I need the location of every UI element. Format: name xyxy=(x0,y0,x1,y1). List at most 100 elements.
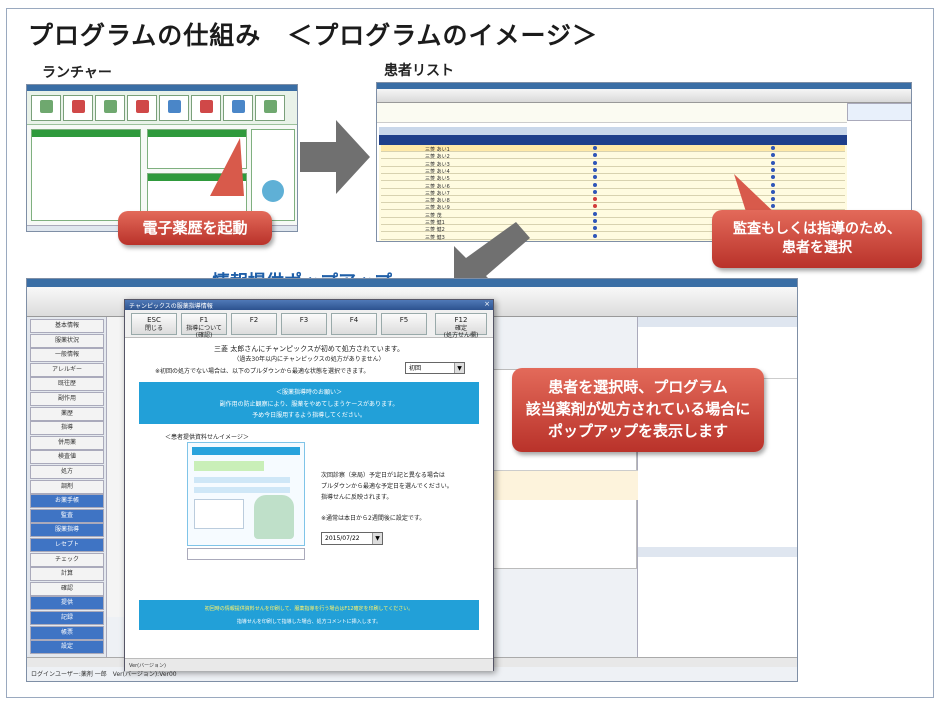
sidebar-item[interactable]: 帳票 xyxy=(30,625,104,640)
popup-version: Ver(バージョン) xyxy=(129,663,166,669)
sidebar-item[interactable]: 一般情報 xyxy=(30,348,104,363)
next-visit-note-3: 指導せんに反映されます。 xyxy=(321,494,393,501)
patient-list-label: 患者リスト xyxy=(384,63,454,79)
key-label: F1 xyxy=(199,316,209,324)
key-label: F3 xyxy=(299,316,309,324)
launcher-tile[interactable] xyxy=(159,95,189,121)
dialog-key-button[interactable]: F1 指導について (確認) xyxy=(181,313,227,339)
status-dot xyxy=(771,160,775,165)
notice-title: ＜服薬指導時のお願い＞ xyxy=(275,389,342,396)
key-action: 閉じる xyxy=(144,325,163,332)
sidebar-item[interactable]: 処方 xyxy=(30,465,104,479)
dialog-key-button[interactable]: F2 xyxy=(231,313,277,335)
slide-title: プログラムの仕組み ＜プログラムのイメージ＞ xyxy=(28,21,599,50)
popup-callout: 患者を選択時、プログラム 該当薬剤が処方されている場合に ポップアップを表示しま… xyxy=(512,368,764,452)
sidebar-item[interactable]: 既往歴 xyxy=(30,377,104,392)
status-dot xyxy=(593,175,597,180)
launcher-tile[interactable] xyxy=(31,95,61,121)
launch-callout-pointer xyxy=(210,138,244,196)
notice-body2: 予め今日服用するよう指導してください。 xyxy=(252,412,366,419)
sidebar-item[interactable]: 基本情報 xyxy=(30,319,104,333)
status-select[interactable]: 初回 ▼ xyxy=(405,362,465,374)
status-dot xyxy=(593,219,597,223)
notice-banner: ＜服薬指導時のお願い＞ 副作用の防止観察により、服薬をやめてしまうケースがありま… xyxy=(139,382,479,424)
launcher-tile[interactable] xyxy=(95,95,125,121)
footer-line2: 指導せんを印刷して指導した場合、処方コメントに挿入します。 xyxy=(236,619,382,625)
status-select-value: 初回 xyxy=(409,365,422,372)
select-callout-line1: 監査もしくは指導のため、 xyxy=(733,221,901,237)
status-dot xyxy=(593,160,597,165)
sidebar-item[interactable]: 指導 xyxy=(30,421,104,436)
sidebar-item[interactable]: 設定 xyxy=(30,640,104,655)
sidebar-item[interactable]: チェック xyxy=(30,552,104,567)
footer-banner: 初回時の情報提供資料せんを印刷して、服薬指導を行う場合はF12確定を印刷してくだ… xyxy=(139,600,479,630)
sidebar-item[interactable]: 計算 xyxy=(30,567,104,582)
dialog-key-button[interactable]: F3 xyxy=(281,313,327,335)
key-label: F5 xyxy=(399,316,409,324)
sidebar-item[interactable]: アレルギー xyxy=(30,362,104,377)
status-dot xyxy=(593,189,597,194)
status-dot xyxy=(771,146,775,150)
chevron-down-icon: ▼ xyxy=(454,363,464,373)
popup-callout-line1: 患者を選択時、プログラム xyxy=(548,378,728,396)
select-callout-line2: 患者を選択 xyxy=(782,240,852,256)
sidebar-item[interactable]: 調剤 xyxy=(30,479,104,494)
launcher-tile[interactable] xyxy=(127,95,157,121)
sidebar-item[interactable]: 検査値 xyxy=(30,450,104,465)
close-icon[interactable]: × xyxy=(484,300,490,308)
dialog-key-button[interactable]: F5 xyxy=(381,313,427,335)
dialog-key-button[interactable]: ESC 閉じる xyxy=(131,313,177,335)
chevron-down-icon: ▼ xyxy=(372,533,382,544)
launcher-label: ランチャー xyxy=(42,65,112,81)
status-dot xyxy=(593,204,597,209)
key-action: 指導について (確認) xyxy=(186,325,222,339)
launch-callout: 電子薬歴を起動 xyxy=(118,211,272,245)
select-callout: 監査もしくは指導のため、 患者を選択 xyxy=(712,210,922,268)
status-dot xyxy=(593,146,597,150)
status-dot xyxy=(593,153,597,158)
sidebar-item[interactable]: 確認 xyxy=(30,581,104,596)
popup-callout-line2: 該当薬剤が処方されている場合に xyxy=(525,400,751,418)
sidebar-item[interactable]: お薬手帳 xyxy=(30,494,104,509)
next-visit-date-value: 2015/07/22 xyxy=(325,535,360,542)
sidebar-item[interactable]: レセプト xyxy=(30,538,104,552)
status-dot xyxy=(593,182,597,187)
launcher-tile[interactable] xyxy=(223,95,253,121)
popup-msg3: ※初回の処方でない場合は、以下のプルダウンから最適な状態を選択できます。 xyxy=(155,368,370,375)
image-title: ＜患者提供資料せんイメージ＞ xyxy=(165,434,249,441)
handout-preview xyxy=(187,442,305,546)
sidebar-item[interactable]: 副作用 xyxy=(30,392,104,406)
notice-body1: 副作用の防止観察により、服薬をやめてしまうケースがあります。 xyxy=(219,401,399,408)
patient-row[interactable]: 三菱 あい2 xyxy=(381,152,845,160)
sidebar-item[interactable]: 服薬状況 xyxy=(30,333,104,348)
next-visit-date-select[interactable]: 2015/07/22 ▼ xyxy=(321,532,383,545)
sidebar-item[interactable]: 服薬指導 xyxy=(30,523,104,538)
next-visit-note-4: ※通常は本日から2週間後に設定です。 xyxy=(321,515,426,522)
status-dot xyxy=(593,211,597,216)
next-visit-note-1: 次回診察（来局）予定日が1記と異なる場合は xyxy=(321,472,445,479)
patient-row[interactable]: 三菱 あい3 xyxy=(381,160,845,168)
status-dot xyxy=(593,197,597,202)
patient-name: 三菱 健3 xyxy=(425,234,445,241)
arrow-right-icon xyxy=(300,120,370,194)
status-dot xyxy=(771,153,775,158)
dialog-key-button[interactable]: F4 xyxy=(331,313,377,335)
key-action: 確定 (処方せん欄) xyxy=(443,325,479,339)
patient-row[interactable]: 三菱 あい1 xyxy=(381,145,845,153)
launcher-tile[interactable] xyxy=(63,95,93,121)
popup-msg1: 三菱 太郎さんにチャンピックスが初めて処方されています。 xyxy=(213,345,405,353)
info-popup-dialog: チャンピックスの服薬指導情報 × ESC 閉じる F1 指導について (確認) F2 F3… xyxy=(124,299,494,671)
status-dot xyxy=(593,226,597,231)
sidebar-item[interactable]: 薬歴 xyxy=(30,406,104,421)
key-label: F2 xyxy=(249,316,259,324)
popup-callout-line3: ポップアップを表示します xyxy=(547,422,728,440)
key-label: F4 xyxy=(349,316,359,324)
sidebar-item[interactable]: 提供 xyxy=(30,596,104,611)
next-visit-note-2: プルダウンから最適な予定日を選んでください。 xyxy=(321,483,453,490)
sidebar-item[interactable]: 記録 xyxy=(30,611,104,625)
launcher-tile[interactable] xyxy=(191,95,221,121)
launcher-tile[interactable] xyxy=(255,95,285,121)
sidebar-item[interactable]: 併用薬 xyxy=(30,435,104,450)
sidebar-item[interactable]: 監査 xyxy=(30,508,104,523)
dialog-key-button[interactable]: F12 確定 (処方せん欄) xyxy=(435,313,487,339)
